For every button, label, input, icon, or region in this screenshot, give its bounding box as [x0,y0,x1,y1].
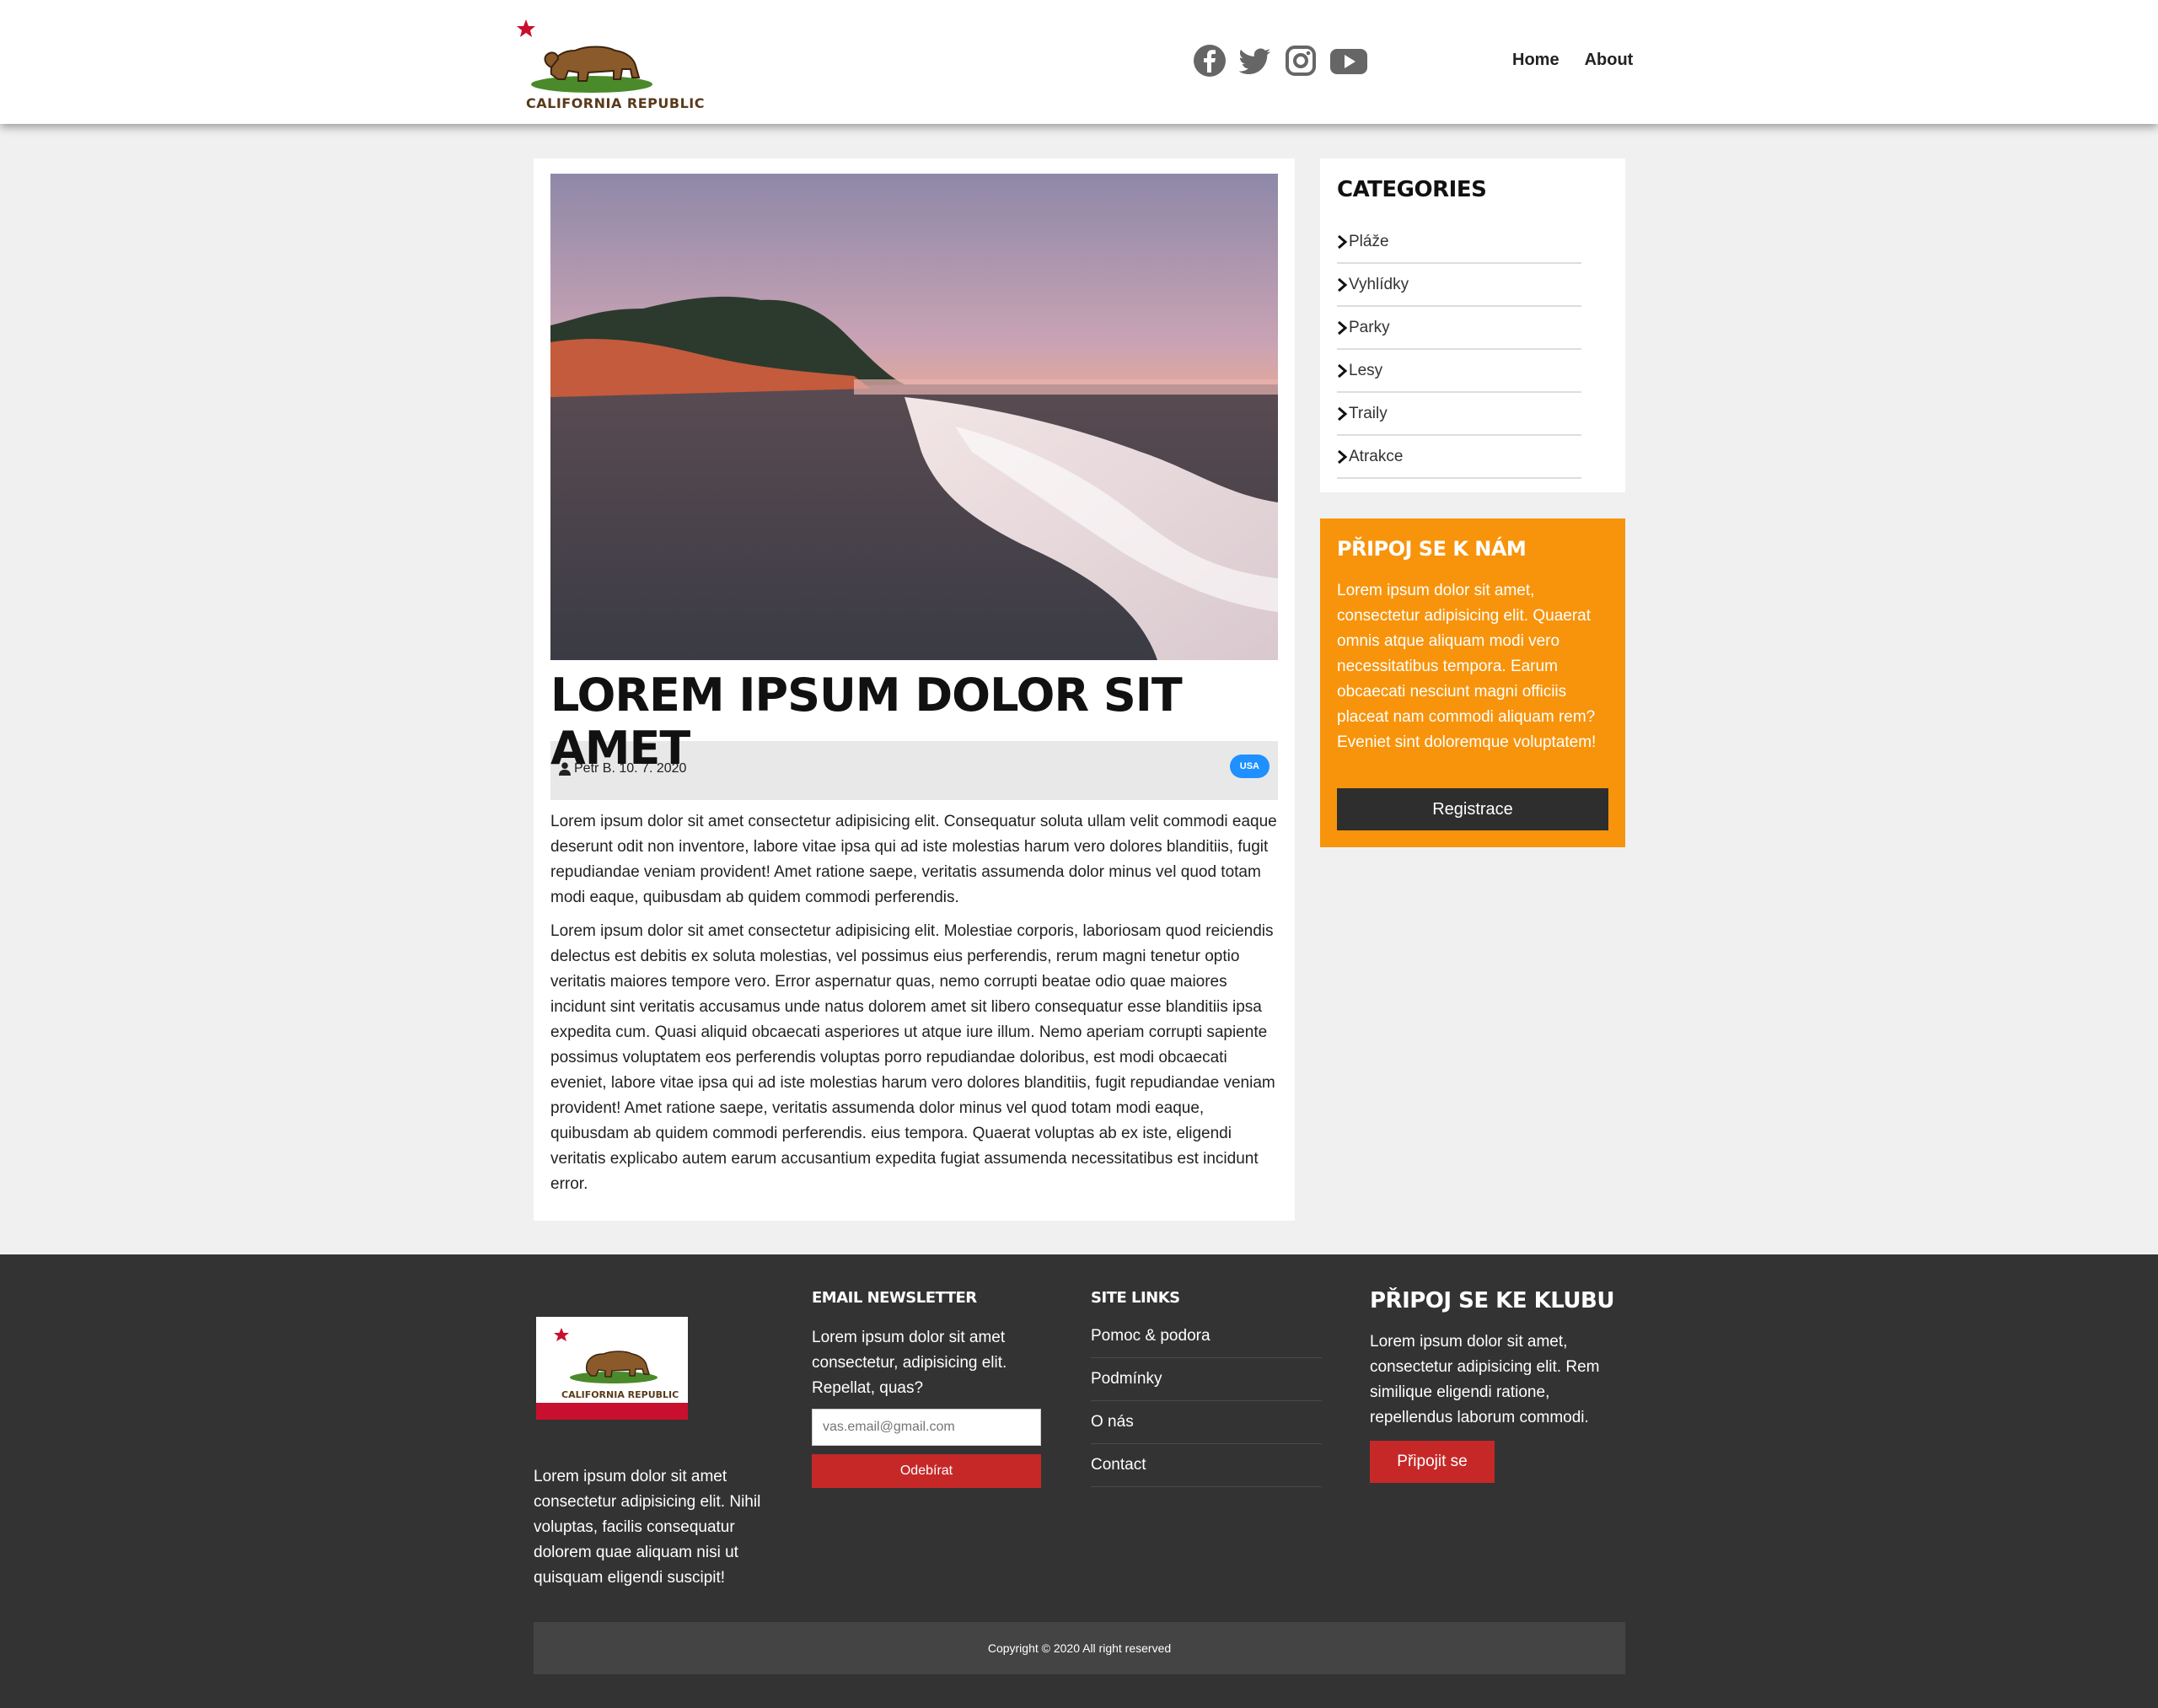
category-label: Pláže [1349,232,1389,250]
site-header: CALIFORNIA REPUBLIC Home About [0,0,2158,124]
category-label: Vyhlídky [1349,275,1409,293]
site-links-list: Pomoc & podora Podmínky O nás Contact [1091,1315,1322,1487]
social-links [1193,44,1368,78]
club-text: Lorem ipsum dolor sit amet, consectetur … [1370,1333,1600,1426]
footer-link-terms[interactable]: Podmínky [1091,1358,1322,1401]
flag-stripe [536,1403,688,1420]
youtube-icon[interactable] [1329,44,1368,78]
chevron-right-icon [1338,234,1348,249]
chevron-right-icon [1338,363,1348,378]
categories-title: CATEGORIES [1337,177,1487,202]
category-label: Parky [1349,318,1390,336]
site-footer: CALIFORNIA REPUBLIC Lorem ipsum dolor si… [0,1254,2158,1708]
join-text: Lorem ipsum dolor sit amet, consectetur … [1337,582,1597,751]
footer-link-contact[interactable]: Contact [1091,1444,1322,1487]
footer-flag-logo[interactable]: CALIFORNIA REPUBLIC [536,1317,688,1420]
categories-card: CATEGORIES Pláže Vyhlídky Parky Lesy Tra… [1320,158,1625,492]
copyright-bar: Copyright © 2020 All right reserved [534,1622,1625,1674]
article-title: LOREM IPSUM DOLOR SIT AMET [550,669,1183,775]
category-item[interactable]: Vyhlídky [1337,264,1581,307]
beach-sunset-image [550,174,1278,660]
category-item[interactable]: Traily [1337,393,1581,436]
site-links-title: SITE LINKS [1091,1289,1180,1307]
email-field[interactable] [812,1409,1041,1446]
category-item[interactable]: Parky [1337,307,1581,350]
main-nav: Home About [1512,51,1633,70]
california-flag-logo[interactable]: CALIFORNIA REPUBLIC [516,17,705,111]
join-us-card: PŘIPOJ SE K NÁM Lorem ipsum dolor sit am… [1320,518,1625,847]
logo-text: CALIFORNIA REPUBLIC [526,95,705,111]
category-item[interactable]: Atrakce [1337,436,1581,479]
join-title: PŘIPOJ SE K NÁM [1337,537,1527,561]
chevron-right-icon [1338,320,1348,335]
twitter-icon[interactable] [1238,44,1272,78]
bear-star-icon [517,19,652,93]
categories-list: Pláže Vyhlídky Parky Lesy Traily Atrakce [1337,221,1581,479]
category-item[interactable]: Lesy [1337,350,1581,393]
nav-home[interactable]: Home [1512,51,1559,70]
article-paragraph: Lorem ipsum dolor sit amet consectetur a… [550,922,1275,1193]
chevron-right-icon [1338,406,1348,421]
newsletter-text: Lorem ipsum dolor sit amet consectetur, … [812,1329,1007,1397]
instagram-icon[interactable] [1284,44,1318,78]
footer-link-about[interactable]: O nás [1091,1401,1322,1444]
copyright-text: Copyright © 2020 All right reserved [987,1641,1172,1655]
nav-about[interactable]: About [1585,51,1634,70]
chevron-right-icon [1338,277,1348,292]
register-button[interactable]: Registrace [1337,788,1608,830]
footer-about-text: Lorem ipsum dolor sit amet consectetur a… [534,1468,761,1587]
subscribe-button[interactable]: Odebírat [812,1454,1041,1488]
club-title: PŘIPOJ SE KE KLUBU [1370,1288,1614,1313]
join-club-button[interactable]: Připojit se [1370,1441,1495,1483]
category-label: Lesy [1349,361,1383,379]
facebook-icon[interactable] [1193,44,1227,78]
hero-image [550,174,1278,660]
category-label: Atrakce [1349,447,1404,465]
article-paragraph: Lorem ipsum dolor sit amet consectetur a… [550,813,1277,906]
newsletter-title: EMAIL NEWSLETTER [812,1289,977,1307]
category-label: Traily [1349,404,1388,422]
article-card: Petr B. 10. 7. 2020 USA LOREM IPSUM DOLO… [534,158,1295,1221]
footer-link-help[interactable]: Pomoc & podora [1091,1315,1322,1358]
chevron-right-icon [1338,449,1348,464]
category-item[interactable]: Pláže [1337,221,1581,264]
footer-logo-text: CALIFORNIA REPUBLIC [561,1389,679,1400]
